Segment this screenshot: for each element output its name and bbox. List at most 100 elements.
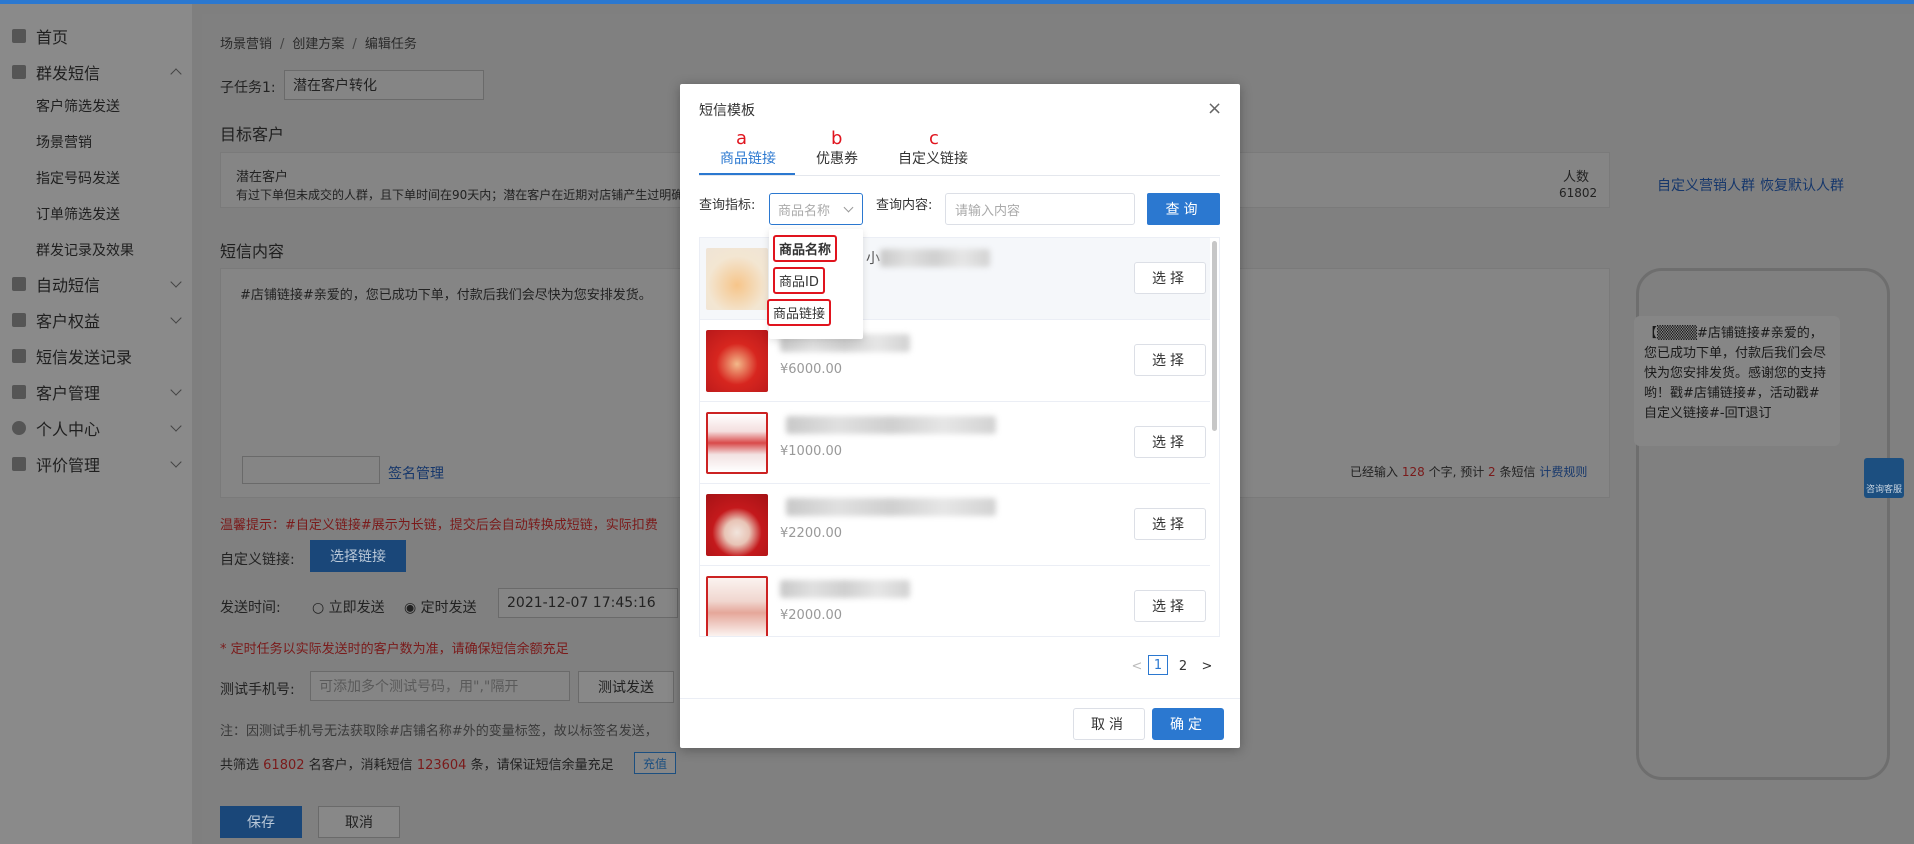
- dropdown-option-product-link[interactable]: 商品链接: [767, 299, 832, 326]
- blurred-product-name: [880, 249, 990, 267]
- sign-manage-link[interactable]: 签名管理: [388, 463, 444, 483]
- query-content-label: 查询内容:: [876, 198, 933, 213]
- subtask-label: 子任务1:: [220, 80, 276, 96]
- select-product-button[interactable]: 选择: [1134, 508, 1206, 540]
- test-phone-label: 测试手机号:: [220, 682, 295, 698]
- send-now-radio[interactable]: ○ 立即发送: [312, 597, 385, 617]
- close-icon[interactable]: ×: [1207, 100, 1222, 118]
- test-note: 注：因测试手机号无法获取除#店铺名称#外的变量标签，故以标签名发送，: [220, 724, 658, 739]
- dialog-title: 短信模板: [699, 103, 755, 119]
- sms-body-text: #店铺链接#亲爱的，您已成功下单，付款后我们会尽快为您安排发货。: [240, 288, 652, 303]
- recharge-button[interactable]: 充值: [634, 752, 676, 774]
- send-datetime-input[interactable]: 2021-12-07 17:45:16: [498, 588, 678, 618]
- sidebar-item-customer-rights[interactable]: 客户权益: [0, 302, 192, 338]
- blurred-product-name: [786, 416, 996, 434]
- sidebar-item-review-manage[interactable]: 评价管理: [0, 446, 192, 482]
- select-product-button[interactable]: 选择: [1134, 590, 1206, 622]
- product-price: ¥6000.00: [780, 362, 843, 377]
- dialog-confirm-button[interactable]: 确定: [1152, 708, 1224, 740]
- chevron-up-icon: [170, 68, 182, 80]
- send-time-label: 发送时间:: [220, 600, 281, 616]
- sidebar-item-auto-sms[interactable]: 自动短信: [0, 266, 192, 302]
- test-phone-input[interactable]: 可添加多个测试号码，用","隔开: [310, 671, 570, 701]
- sidebar-item-customer-manage[interactable]: 客户管理: [0, 374, 192, 410]
- char-count: 已经输入 128 个字, 预计 2 条短信 计费规则: [1350, 465, 1588, 479]
- annotation-c: c: [929, 128, 939, 149]
- people-count: 61802: [1559, 186, 1598, 200]
- sms-content-title: 短信内容: [220, 242, 285, 261]
- subtask-input[interactable]: 潜在客户转化: [284, 70, 484, 100]
- sidebar-sub-send-records[interactable]: 群发记录及效果: [36, 240, 134, 260]
- query-metric-select[interactable]: 商品名称: [769, 193, 863, 225]
- summary-text: 共筛选 61802 名客户，消耗短信 123604 条，请保证短信余量充足: [220, 758, 614, 773]
- tab-coupon[interactable]: 优惠券: [816, 148, 858, 168]
- product-thumbnail: [706, 330, 768, 392]
- sidebar-item-bulk-sms[interactable]: 群发短信: [0, 54, 192, 90]
- restore-group-link[interactable]: 恢复默认人群: [1760, 175, 1844, 195]
- test-send-button[interactable]: 测试发送: [578, 671, 674, 703]
- choose-link-button[interactable]: 选择链接: [310, 540, 406, 572]
- target-desc: 有过下单但未成交的人群，且下单时间在90天内；潜在客户在近期对店铺产生过明确: [236, 188, 684, 202]
- product-price: ¥2200.00: [780, 526, 843, 541]
- select-product-button[interactable]: 选择: [1134, 426, 1206, 458]
- sidebar-item-label: 客户管理: [36, 384, 101, 403]
- active-tab-indicator: [699, 173, 795, 175]
- sidebar-item-sms-records[interactable]: 短信发送记录: [0, 338, 192, 374]
- person-icon: [12, 421, 26, 435]
- pager-next[interactable]: >: [1196, 655, 1218, 677]
- chevron-down-icon: [170, 276, 182, 288]
- cancel-button[interactable]: 取消: [318, 806, 400, 838]
- people-count-label: 人数: [1563, 170, 1590, 185]
- dialog-footer-divider: [680, 698, 1240, 699]
- billing-rule-link[interactable]: 计费规则: [1539, 465, 1587, 479]
- consult-service-button[interactable]: 咨询客服: [1864, 458, 1904, 498]
- id-card-icon: [12, 385, 26, 399]
- select-product-button[interactable]: 选择: [1134, 262, 1206, 294]
- pager-page-1[interactable]: 1: [1148, 655, 1168, 675]
- product-thumbnail: [706, 412, 768, 474]
- sidebar-sub-customer-filter[interactable]: 客户筛选发送: [36, 96, 120, 116]
- query-button[interactable]: 查询: [1147, 193, 1220, 225]
- breadcrumb-item[interactable]: 创建方案: [292, 37, 344, 52]
- tab-custom-link[interactable]: 自定义链接: [898, 148, 968, 168]
- select-placeholder: 商品名称: [778, 203, 831, 219]
- sidebar-sub-order-filter[interactable]: 订单筛选发送: [36, 204, 120, 224]
- product-price: ¥2000.00: [780, 608, 843, 623]
- chevron-down-icon: [170, 384, 182, 396]
- signature-select[interactable]: [242, 456, 380, 484]
- sidebar-item-label: 评价管理: [36, 456, 101, 475]
- top-accent-bar: [0, 0, 1914, 4]
- dropdown-option-product-id[interactable]: 商品ID: [773, 267, 825, 294]
- sidebar-item-label: 自动短信: [36, 276, 101, 295]
- tab-divider: [699, 175, 1220, 176]
- breadcrumb-item[interactable]: 场景营销: [220, 37, 272, 52]
- target-name: 潜在客户: [236, 170, 289, 185]
- product-price: ¥1000.00: [780, 444, 843, 459]
- user-icon: [12, 313, 26, 327]
- chevron-down-icon: [170, 420, 182, 432]
- tab-product-link[interactable]: 商品链接: [720, 148, 776, 168]
- sidebar-item-label: 群发短信: [36, 64, 101, 83]
- list-scrollbar[interactable]: [1212, 241, 1217, 431]
- custom-group-link[interactable]: 自定义营销人群: [1657, 175, 1755, 195]
- product-row: ¥2000.00 选择: [700, 566, 1210, 636]
- query-content-input[interactable]: 请输入内容: [945, 193, 1135, 225]
- sidebar-item-label: 客户权益: [36, 312, 101, 331]
- pager-page-2[interactable]: 2: [1172, 655, 1194, 677]
- sidebar-item-personal-center[interactable]: 个人中心: [0, 410, 192, 446]
- sidebar-item-label: 个人中心: [36, 420, 101, 439]
- sidebar-sub-number-send[interactable]: 指定号码发送: [36, 168, 120, 188]
- send-timed-radio[interactable]: ◉ 定时发送: [404, 597, 477, 617]
- save-button[interactable]: 保存: [220, 806, 302, 838]
- chevron-down-icon: [170, 312, 182, 324]
- auto-icon: [12, 277, 26, 291]
- query-metric-dropdown: 商品名称 商品ID 商品链接: [767, 229, 863, 339]
- annotation-a: a: [736, 128, 748, 149]
- dialog-cancel-button[interactable]: 取消: [1073, 708, 1145, 740]
- select-product-button[interactable]: 选择: [1134, 344, 1206, 376]
- dropdown-option-product-name[interactable]: 商品名称: [773, 235, 838, 262]
- sidebar-item-home[interactable]: 首页: [0, 18, 192, 54]
- phone-preview-message: 【▒▒▒▒#店铺链接#亲爱的，您已成功下单，付款后我们会尽快为您安排发货。感谢您…: [1634, 316, 1840, 446]
- pager-prev[interactable]: <: [1126, 655, 1148, 677]
- sidebar-sub-scene-marketing[interactable]: 场景营销: [36, 132, 92, 152]
